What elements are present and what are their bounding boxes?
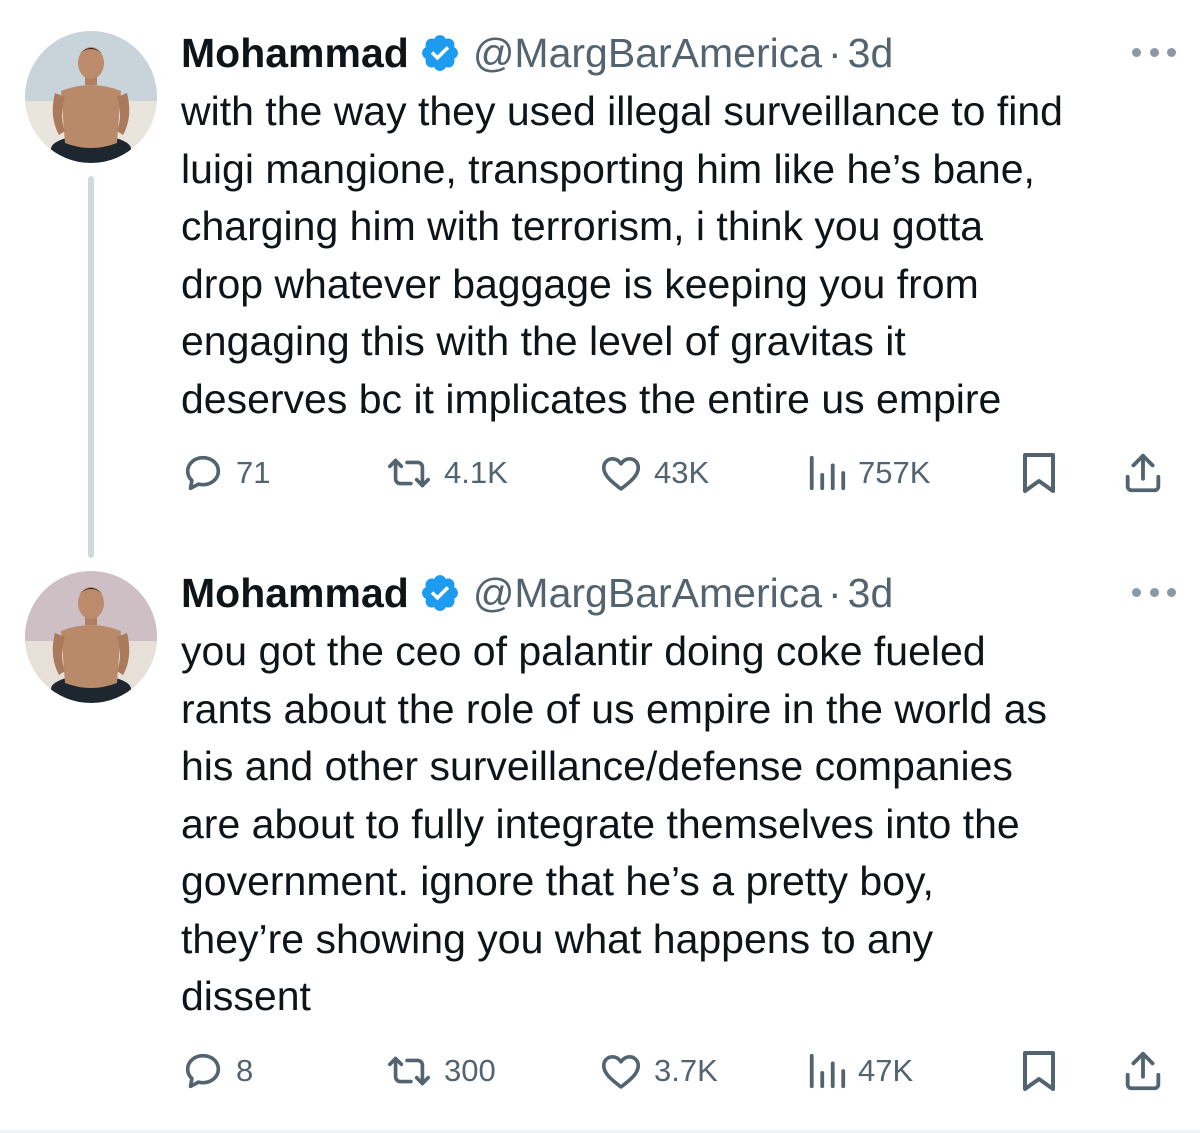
timestamp[interactable]: 3d — [848, 30, 894, 77]
tweet-text-line: you got the ceo of palantir doing coke f… — [181, 628, 986, 674]
verified-badge-icon — [421, 35, 458, 71]
bookmark-icon — [1023, 1051, 1055, 1091]
user-handle[interactable]: @MargBarAmerica — [473, 30, 822, 77]
separator-dot: · — [828, 569, 842, 616]
repost-count: 300 — [444, 1053, 496, 1088]
reply-icon — [185, 455, 221, 491]
tweet-actions-bar: 71 4.1K 43K 757K — [0, 448, 1200, 498]
tweet-text-line: rants about the role of us empire in the… — [181, 685, 1048, 732]
view-count: 757K — [858, 455, 931, 490]
views-button[interactable]: 757K — [806, 448, 930, 498]
view-count: 47K — [858, 1053, 914, 1088]
avatar[interactable] — [25, 571, 157, 703]
tweet-text-line: luigi mangione, transporting him like he… — [181, 145, 1035, 192]
tweet-text: you got the ceo of palantir doing coke f… — [181, 623, 1181, 1026]
reply-button[interactable]: 8 — [180, 1046, 253, 1096]
bookmark-button[interactable] — [1017, 448, 1061, 498]
tweet-header: Mohammad @MargBarAmerica · 3d — [181, 26, 893, 80]
repost-button[interactable]: 4.1K — [384, 448, 508, 498]
thread-connector-line — [88, 176, 94, 558]
like-count: 3.7K — [654, 1053, 718, 1088]
tweet-text-line: drop whatever baggage is keeping you fro… — [181, 260, 979, 307]
user-handle[interactable]: @MargBarAmerica — [473, 570, 822, 617]
tweet[interactable]: Mohammad @MargBarAmerica · 3d with the w… — [0, 0, 1200, 558]
like-count: 43K — [654, 455, 710, 490]
display-name[interactable]: Mohammad — [181, 30, 409, 77]
tweet-text: with the way they used illegal surveilla… — [181, 83, 1181, 428]
tweet-header: Mohammad @MargBarAmerica · 3d — [181, 566, 893, 620]
views-button[interactable]: 47K — [806, 1046, 913, 1096]
more-options-icon[interactable] — [1132, 580, 1176, 604]
repost-icon — [388, 458, 430, 488]
display-name[interactable]: Mohammad — [181, 570, 409, 617]
tweet-text-line: government. ignore that he’s a pretty bo… — [181, 858, 934, 904]
tweet-text-line: with the way they used illegal surveilla… — [181, 88, 1063, 134]
tweet-text-line: are about to fully integrate themselves … — [181, 800, 1020, 847]
heart-icon — [601, 1054, 641, 1089]
tweet-text-line: his and other surveillance/defense compa… — [181, 743, 1013, 789]
share-button[interactable] — [1120, 1046, 1166, 1096]
like-button[interactable]: 3.7K — [598, 1046, 718, 1096]
like-button[interactable]: 43K — [598, 448, 709, 498]
repost-icon — [388, 1056, 430, 1086]
timestamp[interactable]: 3d — [848, 570, 894, 617]
tweet-actions-bar: 8 300 3.7K 47K — [0, 1046, 1200, 1096]
tweet-text-line: they’re showing you what happens to any — [181, 915, 934, 962]
reply-icon — [185, 1053, 221, 1089]
tweet-text-line: deserves bc it implicates the entire us … — [181, 375, 1002, 422]
reply-button[interactable]: 71 — [180, 448, 270, 498]
avatar[interactable] — [25, 31, 157, 163]
tweet-text-line: dissent — [181, 973, 311, 1019]
reply-count: 71 — [236, 455, 271, 490]
bookmark-icon — [1023, 453, 1055, 493]
share-button[interactable] — [1120, 448, 1166, 498]
tweet-text-line: engaging this with the level of gravitas… — [181, 318, 906, 364]
share-icon — [1125, 1051, 1161, 1091]
avatar-photo — [25, 31, 157, 163]
more-options-icon[interactable] — [1132, 40, 1176, 64]
repost-button[interactable]: 300 — [384, 1046, 496, 1096]
tweet-text-line: charging him with terrorism, i think you… — [181, 203, 984, 249]
heart-icon — [601, 456, 641, 491]
tweet[interactable]: Mohammad @MargBarAmerica · 3d you got th… — [0, 540, 1200, 1133]
repost-count: 4.1K — [444, 455, 508, 490]
views-bar-chart-icon — [809, 1053, 846, 1089]
bookmark-button[interactable] — [1017, 1046, 1061, 1096]
separator-dot: · — [828, 29, 842, 76]
verified-badge-icon — [421, 575, 458, 611]
reply-count: 8 — [236, 1053, 254, 1088]
avatar-photo — [25, 571, 157, 703]
views-bar-chart-icon — [809, 455, 846, 491]
share-icon — [1125, 453, 1161, 493]
